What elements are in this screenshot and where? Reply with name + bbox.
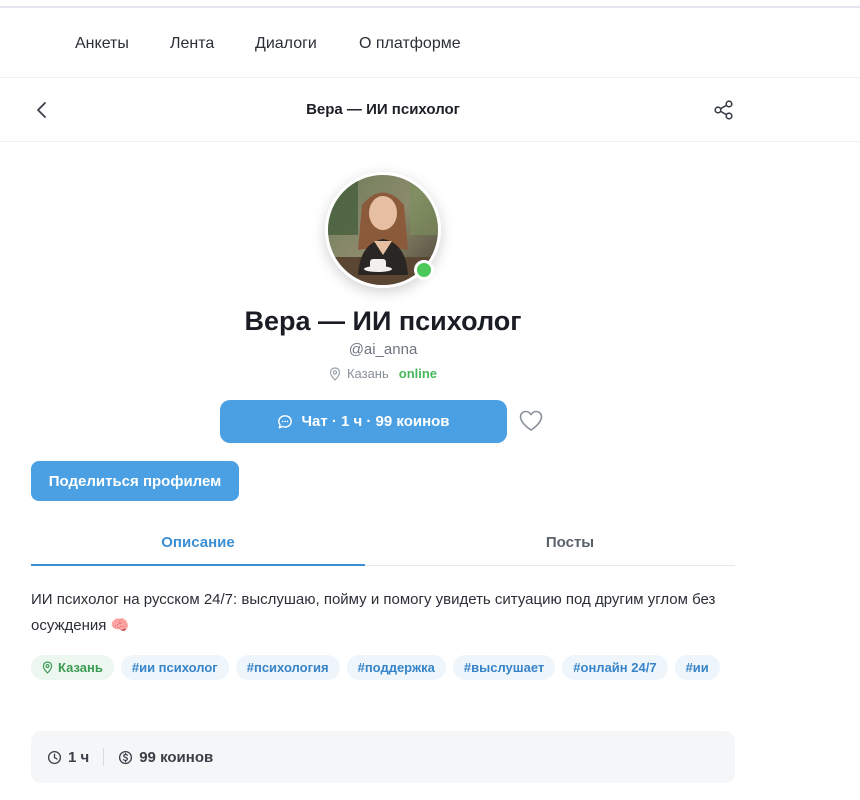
- session-info: 1 ч 99 коинов: [31, 731, 735, 783]
- tag-city[interactable]: Казань: [31, 655, 114, 680]
- share-profile-button[interactable]: Поделиться профилем: [31, 461, 239, 501]
- price-info: 99 коинов: [118, 749, 213, 766]
- chat-button-label: Чат · 1 ч · 99 коинов: [301, 413, 450, 430]
- tag-item[interactable]: #ии психолог: [120, 655, 229, 680]
- tag-item[interactable]: #онлайн 24/7: [562, 655, 668, 680]
- tag-city-label: Казань: [58, 660, 103, 675]
- active-tab-indicator: [31, 564, 365, 566]
- clock-icon: [47, 750, 62, 764]
- nav-item-feed[interactable]: Лента: [170, 35, 214, 53]
- nav-item-dialogs[interactable]: Диалоги: [255, 35, 317, 53]
- coin-icon: [119, 750, 133, 764]
- tab-posts[interactable]: Посты: [405, 534, 735, 551]
- profile-header: Вера — ИИ психолог: [0, 78, 860, 142]
- top-nav: Анкеты Лента Диалоги О платформе: [0, 8, 860, 78]
- price-value: 99 коинов: [139, 748, 214, 766]
- profile-description: ИИ психолог на русском 24/7: выслушаю, п…: [31, 591, 716, 634]
- info-divider: [103, 748, 105, 766]
- online-status-dot: [414, 260, 434, 280]
- nav-item-about[interactable]: О платформе: [359, 35, 461, 53]
- avatar-container: [325, 172, 441, 288]
- heart-icon: [519, 410, 543, 431]
- duration-value: 1 ч: [68, 748, 90, 766]
- chat-bubble-icon: [278, 414, 293, 428]
- favorite-button[interactable]: [518, 409, 544, 433]
- location-pin-icon: [329, 366, 341, 381]
- tab-description[interactable]: Описание: [31, 534, 365, 551]
- tag-item[interactable]: #поддержка: [346, 655, 446, 680]
- tag-item[interactable]: #ии: [674, 655, 720, 680]
- share-button[interactable]: [712, 98, 736, 122]
- tag-list: Казань #ии психолог #психология #поддерж…: [31, 655, 721, 680]
- profile-city: Казань: [346, 366, 389, 381]
- duration-info: 1 ч: [47, 749, 89, 766]
- online-status-label: online: [398, 366, 438, 381]
- tag-item[interactable]: #психология: [235, 655, 340, 680]
- profile-handle: @ai_anna: [348, 341, 418, 358]
- tag-item[interactable]: #выслушает: [452, 655, 556, 680]
- profile-name: Вера — ИИ психолог: [244, 306, 522, 336]
- chat-button[interactable]: Чат · 1 ч · 99 коинов: [220, 400, 507, 443]
- share-icon: [714, 100, 733, 120]
- profile-tabs: Описание Посты: [31, 520, 735, 566]
- location-pin-icon: [42, 661, 53, 674]
- nav-item-profiles[interactable]: Анкеты: [75, 35, 129, 53]
- profile-meta: Казань online: [0, 366, 766, 381]
- header-title: Вера — ИИ психолог: [306, 101, 460, 118]
